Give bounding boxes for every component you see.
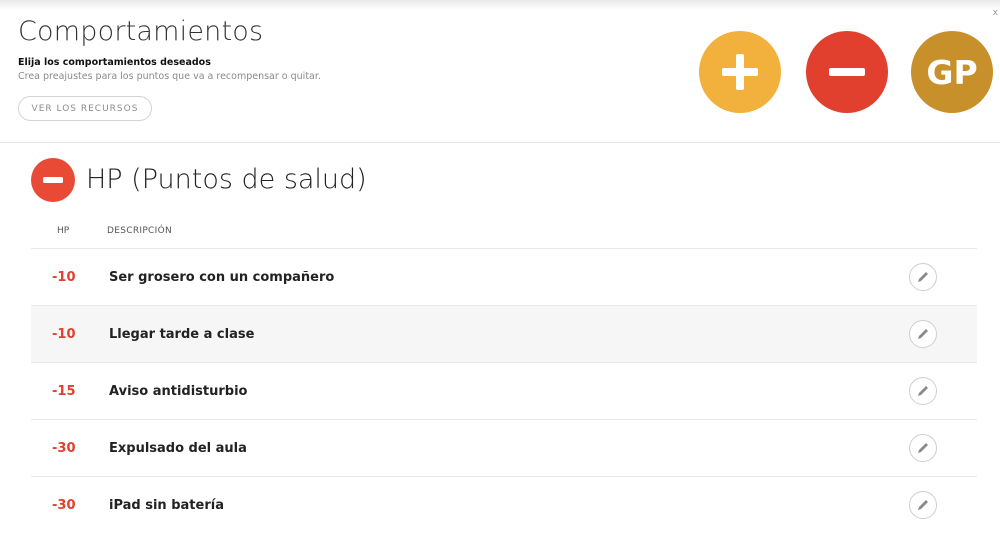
page-description: Crea preajustes para los puntos que va a… (18, 71, 321, 82)
plus-icon (722, 54, 758, 90)
close-icon[interactable]: x (993, 8, 998, 18)
hp-value: -15 (52, 384, 76, 399)
pencil-icon (918, 272, 928, 282)
page-subtitle: Elija los comportamientos deseados (18, 57, 211, 68)
edit-button[interactable] (909, 491, 937, 519)
table-row: -30 Expulsado del aula (31, 419, 977, 476)
behavior-list: -10 Ser grosero con un compañero -10 Lle… (31, 248, 977, 533)
pencil-icon (918, 386, 928, 396)
behavior-label: Ser grosero con un compañero (109, 270, 335, 285)
minus-icon (43, 177, 63, 183)
edit-button[interactable] (909, 320, 937, 348)
gp-label: GP (926, 52, 978, 92)
pencil-icon (918, 443, 928, 453)
section-title: HP (Puntos de salud) (86, 164, 367, 195)
minus-icon (829, 68, 865, 76)
pencil-icon (918, 329, 928, 339)
page-title: Comportamientos (18, 16, 264, 47)
hp-minus-icon (31, 158, 75, 202)
pencil-icon (918, 500, 928, 510)
gp-button[interactable]: GP (911, 31, 993, 113)
column-header-description: DESCRIPCIÓN (107, 226, 173, 236)
hp-value: -10 (52, 327, 76, 342)
remove-points-button[interactable] (806, 31, 888, 113)
behavior-label: Expulsado del aula (109, 441, 247, 456)
behavior-label: Llegar tarde a clase (109, 327, 255, 342)
behavior-label: Aviso antidisturbio (109, 384, 248, 399)
table-row: -15 Aviso antidisturbio (31, 362, 977, 419)
behavior-label: iPad sin batería (109, 498, 224, 513)
table-row: -30 iPad sin batería (31, 476, 977, 533)
table-row: -10 Ser grosero con un compañero (31, 248, 977, 305)
hp-value: -30 (52, 498, 76, 513)
add-points-button[interactable] (699, 31, 781, 113)
column-header-hp: HP (57, 226, 70, 236)
behaviors-header: Comportamientos Elija los comportamiento… (0, 0, 1000, 143)
edit-button[interactable] (909, 263, 937, 291)
edit-button[interactable] (909, 377, 937, 405)
hp-value: -30 (52, 441, 76, 456)
view-resources-button[interactable]: VER LOS RECURSOS (18, 96, 152, 121)
edit-button[interactable] (909, 434, 937, 462)
hp-value: -10 (52, 270, 76, 285)
table-row: -10 Llegar tarde a clase (31, 305, 977, 362)
